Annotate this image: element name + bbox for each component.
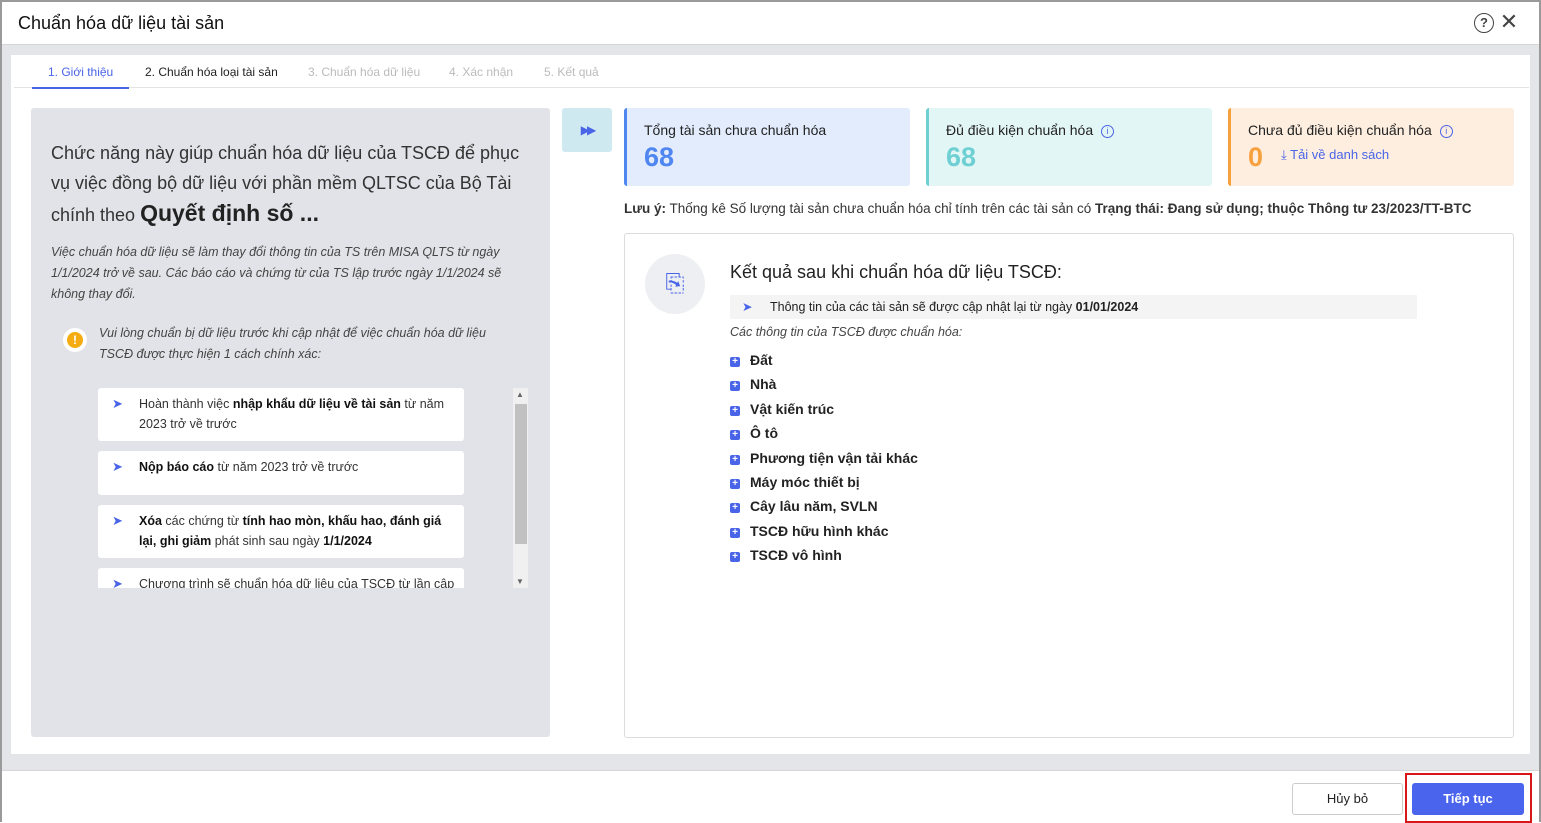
plus-square-icon: +: [730, 527, 740, 538]
arrow-icon: ➤: [112, 576, 123, 588]
tab-result: 5. Kết quả: [544, 65, 599, 79]
plus-square-icon: +: [730, 430, 740, 441]
category-label: Nhà: [750, 376, 777, 393]
tab-data: 3. Chuẩn hóa dữ liệu: [308, 65, 421, 79]
intro-lead: Chức năng này giúp chuẩn hóa dữ liệu của…: [51, 138, 541, 230]
result-title: Kết quả sau khi chuẩn hóa dữ liệu TSCĐ:: [730, 262, 1062, 282]
category-item: + Ô tô: [730, 425, 918, 449]
document-refresh-icon: ⎘: [645, 254, 705, 314]
checklist-item: ➤ Xóa các chứng từ tính hao mòn, khấu hao…: [98, 505, 464, 558]
card-eligible: Đủ điều kiện chuẩn hóa i 68: [926, 108, 1212, 186]
checklist-item: ➤ Hoàn thành việc nhập khẩu dữ liệu về tà…: [98, 388, 464, 441]
next-button[interactable]: Tiếp tục: [1412, 783, 1524, 815]
close-icon[interactable]: ✕: [1499, 11, 1519, 33]
category-label: Đất: [750, 352, 773, 368]
tab-intro[interactable]: 1. Giới thiệu: [32, 65, 130, 89]
result-subtitle: Các thông tin của TSCĐ được chuẩn hóa:: [730, 325, 963, 339]
item-text: Chương trình sẽ chuẩn hóa dữ liệu của TS…: [139, 577, 455, 588]
category-item: + Nhà: [730, 376, 918, 400]
bar-text: Thông tin của các tài sản sẽ được cập nh…: [770, 300, 1076, 314]
scrollbar[interactable]: ▲ ▼: [513, 388, 528, 588]
plus-square-icon: +: [730, 503, 740, 514]
intro-note: Việc chuẩn hóa dữ liệu sẽ làm thay đổi t…: [51, 245, 502, 301]
category-item: + Vật kiến trúc: [730, 401, 918, 425]
arrow-icon: ➤: [112, 459, 123, 474]
category-item: + TSCĐ vô hình: [730, 547, 918, 571]
category-label: TSCĐ hữu hình khác: [750, 522, 889, 539]
checklist-item: ➤ Chương trình sẽ chuẩn hóa dữ liệu của T…: [98, 568, 464, 588]
tab-asset-type[interactable]: 2. Chuẩn hóa loại tài sản: [145, 65, 278, 79]
category-list: (function(){const d=JSON.parse(document.…: [730, 352, 918, 572]
card-label: Tổng tài sản chưa chuẩn hóa: [644, 122, 827, 138]
category-label: Ô tô: [750, 425, 778, 442]
help-circle-icon[interactable]: ?: [1474, 13, 1494, 33]
plus-square-icon: +: [730, 405, 740, 416]
category-label: Máy móc thiết bị: [750, 473, 860, 490]
note-text: Thống kê Số lượng tài sản chưa chuẩn hóa…: [666, 201, 1095, 216]
category-label: Cây lâu năm, SVLN: [750, 498, 878, 515]
card-value: 68: [946, 142, 977, 172]
download-link-text: Tải về danh sách: [1290, 147, 1390, 162]
item-text: các chứng từ: [161, 514, 243, 528]
bar-date: 01/01/2024: [1075, 300, 1139, 314]
download-icon: ⤓: [1281, 147, 1287, 162]
card-total-unnormalized: Tổng tài sản chưa chuẩn hóa 68: [624, 108, 910, 186]
category-item: + Phương tiện vận tải khác: [730, 450, 918, 474]
item-text: phát sinh sau ngày: [211, 534, 324, 548]
step-tabs: 1. Giới thiệu 2. Chuẩn hóa loại tài sản …: [14, 55, 1529, 89]
plus-square-icon: +: [730, 357, 740, 367]
item-text: từ năm 2023 trở về trước: [214, 460, 359, 474]
cancel-button[interactable]: Hủy bỏ: [1292, 783, 1403, 815]
tab-confirm: 4. Xác nhận: [449, 65, 514, 79]
lead-bold: Quyết định số ...: [140, 200, 319, 226]
item-text: Xóa: [139, 514, 162, 528]
collapse-button[interactable]: ▶▶: [562, 108, 612, 152]
warning-text: Vui lòng chuẩn bị dữ liệu trước khi cập …: [99, 326, 486, 361]
result-box: ⎘ Kết quả sau khi chuẩn hóa dữ liệu TSCĐ…: [624, 233, 1514, 738]
warning-icon: !: [63, 328, 87, 352]
item-text: 1/1/2024: [323, 534, 372, 548]
item-text: Nộp báo cáo: [139, 460, 215, 474]
card-value: 0: [1248, 142, 1264, 172]
category-item: + Đất: [730, 352, 918, 376]
note-label: Lưu ý:: [624, 201, 667, 216]
card-ineligible: Chưa đủ điều kiện chuẩn hóa i 0 ⤓ Tải về …: [1228, 108, 1514, 186]
plus-square-icon: +: [730, 381, 740, 392]
category-item: + TSCĐ hữu hình khác: [730, 523, 918, 547]
item-text: Hoàn thành việc: [139, 397, 233, 411]
arrow-icon: ➤: [742, 300, 753, 314]
double-chevron-right-icon: ▶▶: [580, 123, 597, 137]
dialog-window: Chuẩn hóa dữ liệu tài sản ? ✕ 1. Giới th…: [0, 0, 1541, 823]
dialog-footer: Hủy bỏ Tiếp tục: [2, 770, 1539, 823]
arrow-icon: ➤: [112, 396, 123, 411]
arrow-icon: ➤: [112, 513, 123, 528]
plus-square-icon: +: [730, 454, 740, 465]
update-info-bar: ➤ Thông tin của các tài sản sẽ được cập n…: [730, 295, 1417, 319]
info-icon[interactable]: i: [1101, 125, 1115, 138]
note-bold: Trạng thái: Đang sử dụng; thuộc Thông tư…: [1094, 201, 1472, 216]
plus-square-icon: +: [730, 478, 740, 489]
card-label: Đủ điều kiện chuẩn hóa i: [946, 122, 1115, 138]
checklist: (function(){const d=JSON.parse(document.…: [98, 388, 464, 588]
card-value: 68: [644, 142, 675, 172]
content-panel: 1. Giới thiệu 2. Chuẩn hóa loại tài sản …: [11, 55, 1530, 754]
category-label: Vật kiến trúc: [750, 400, 835, 417]
stat-note: Lưu ý: Thống kê Số lượng tài sản chưa ch…: [624, 201, 1472, 216]
dialog-header: Chuẩn hóa dữ liệu tài sản ? ✕: [2, 2, 1539, 45]
checklist-item: ➤ Nộp báo cáo từ năm 2023 trở về trước: [98, 451, 464, 495]
plus-square-icon: +: [730, 552, 740, 563]
download-list-link[interactable]: ⤓ Tải về danh sách: [1281, 147, 1389, 163]
dialog-title: Chuẩn hóa dữ liệu tài sản: [18, 13, 225, 33]
card-label: Chưa đủ điều kiện chuẩn hóa i: [1248, 122, 1453, 138]
card-label-text: Đủ điều kiện chuẩn hóa: [946, 122, 1094, 138]
intro-panel: Chức năng này giúp chuẩn hóa dữ liệu của…: [31, 108, 550, 737]
category-label: TSCĐ vô hình: [750, 547, 842, 564]
category-item: + Máy móc thiết bị: [730, 474, 918, 498]
card-label-text: Chưa đủ điều kiện chuẩn hóa: [1248, 122, 1432, 138]
scroll-thumb[interactable]: [515, 404, 527, 544]
category-item: + Cây lâu năm, SVLN: [730, 498, 918, 522]
item-text: nhập khẩu dữ liệu về tài sản: [232, 397, 401, 411]
category-label: Phương tiện vận tải khác: [750, 449, 918, 466]
info-icon[interactable]: i: [1439, 125, 1453, 138]
